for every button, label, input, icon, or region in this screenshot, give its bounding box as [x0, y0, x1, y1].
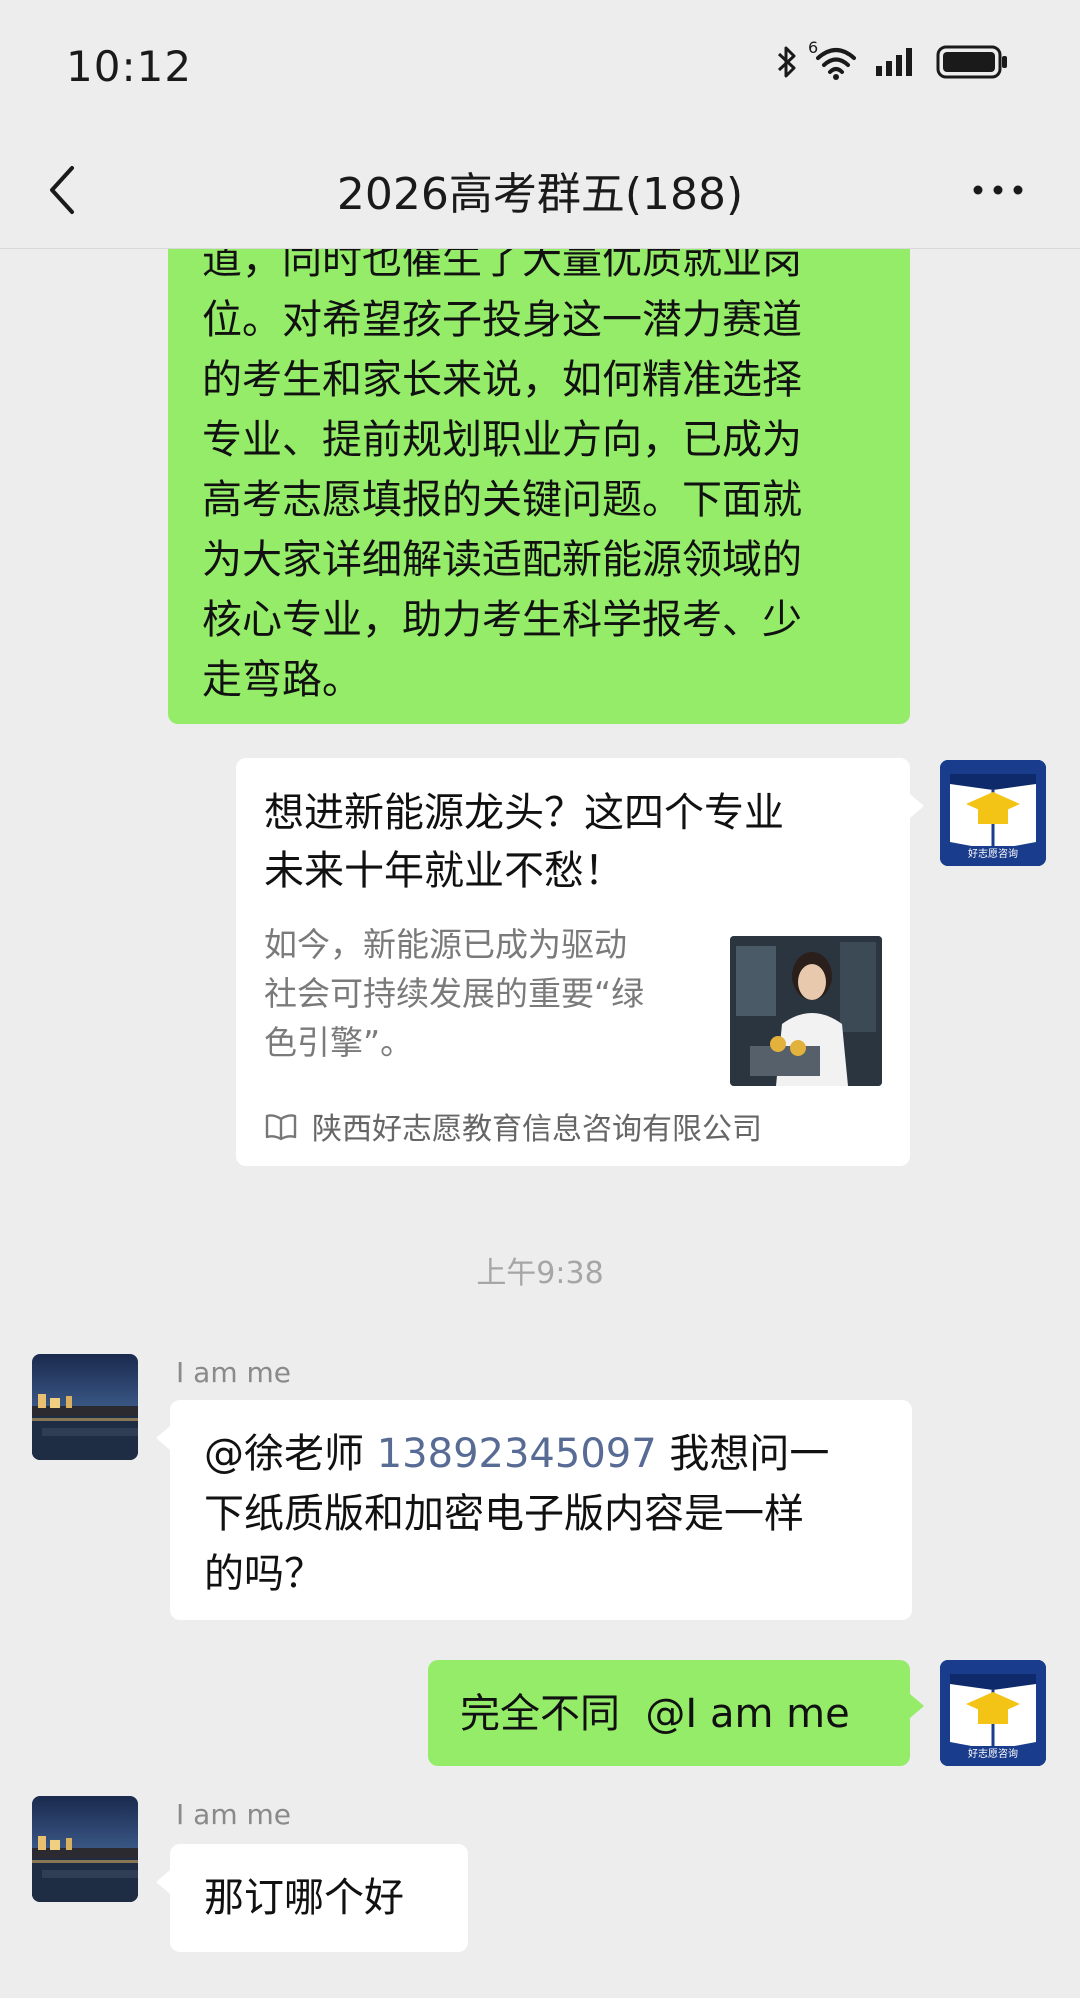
avatar-other[interactable] — [32, 1796, 138, 1902]
chat-header: 2026高考群五(188) — [0, 130, 1080, 249]
avatar-other[interactable] — [32, 1354, 138, 1460]
message-bubble-question[interactable]: @徐老师 13892345097 我想问一 下纸质版和加密电子版内容是一样 的吗… — [170, 1400, 912, 1620]
signal-icon — [876, 48, 912, 76]
more-dots-icon[interactable] — [968, 170, 1028, 210]
book-open-icon — [265, 1114, 297, 1141]
message-line: 高考志愿填报的关键问题。下面就 — [202, 477, 802, 523]
message-text: 我想问一 — [656, 1431, 830, 1477]
wifi-icon: 6 — [808, 38, 858, 80]
message-line-1: @徐老师 13892345097 我想问一 — [204, 1424, 894, 1484]
article-desc-line: 如今，新能源已成为驱动 — [264, 925, 627, 964]
message-bubble-reply[interactable]: 完全不同 @I am me — [428, 1660, 910, 1766]
message-line: 核心专业，助力考生科学报考、少 — [202, 597, 802, 643]
message-line: 为大家详细解读适配新能源领域的 — [202, 537, 802, 583]
timestamp: 上午9:38 — [476, 1256, 604, 1291]
bubble-tail — [156, 1870, 170, 1894]
status-time: 10:12 — [66, 42, 193, 91]
status-icons: 6 — [776, 38, 1010, 80]
avatar-label: 好志愿咨询 — [968, 1747, 1018, 1760]
message-line: 走弯路。 — [202, 657, 362, 703]
mention[interactable]: @徐老师 — [204, 1431, 364, 1477]
chat-title: 2026高考群五(188) — [336, 169, 744, 220]
avatar-self[interactable]: 好志愿咨询 — [940, 1660, 1046, 1766]
bubble-tail — [156, 1426, 170, 1450]
message-line-2: 下纸质版和加密电子版内容是一样 — [204, 1491, 804, 1537]
message-line-3: 的吗？ — [204, 1551, 324, 1597]
message-line: 位。对希望孩子投身这一潜力赛道 — [202, 297, 802, 343]
battery-icon — [936, 45, 1007, 79]
article-desc-line: 色引擎”。 — [264, 1023, 414, 1062]
article-title-line: 想进新能源龙头？这四个专业 — [264, 790, 784, 836]
wifi-badge: 6 — [808, 38, 819, 57]
article-source: 陕西好志愿教育信息咨询有限公司 — [312, 1112, 762, 1147]
article-desc-line: 社会可持续发展的重要“绿 — [264, 974, 645, 1013]
message-bubble-question2[interactable]: 那订哪个好 — [170, 1844, 468, 1952]
message-bubble-long[interactable]: 道，同时也催生了大量优质就业岗 位。对希望孩子投身这一潜力赛道 的考生和家长来说… — [168, 248, 910, 724]
chat-area[interactable]: 道，同时也催生了大量优质就业岗 位。对希望孩子投身这一潜力赛道 的考生和家长来说… — [0, 248, 1080, 1998]
avatar-self[interactable]: 好志愿咨询 — [940, 760, 1046, 866]
bubble-tail — [910, 794, 924, 818]
avatar-label: 好志愿咨询 — [968, 847, 1018, 860]
status-bar: 10:12 6 — [0, 0, 1080, 130]
bubble-tail — [910, 1694, 924, 1718]
article-card[interactable]: 想进新能源龙头？这四个专业 未来十年就业不愁！ 如今，新能源已成为驱动 社会可持… — [236, 758, 910, 1166]
bluetooth-icon — [777, 46, 796, 78]
message-line: 专业、提前规划职业方向，已成为 — [202, 417, 802, 463]
sender-nickname: I am me — [176, 1356, 291, 1389]
sender-nickname: I am me — [176, 1798, 291, 1831]
message-line: 道，同时也催生了大量优质就业岗 — [202, 248, 802, 283]
article-title-line: 未来十年就业不愁！ — [264, 848, 624, 894]
message-line: 的考生和家长来说，如何精准选择 — [202, 357, 802, 403]
phone-link[interactable]: 13892345097 — [377, 1431, 657, 1477]
message-text: 完全不同 @I am me — [460, 1691, 850, 1737]
article-thumbnail — [730, 936, 882, 1086]
message-text: 那订哪个好 — [204, 1875, 404, 1921]
